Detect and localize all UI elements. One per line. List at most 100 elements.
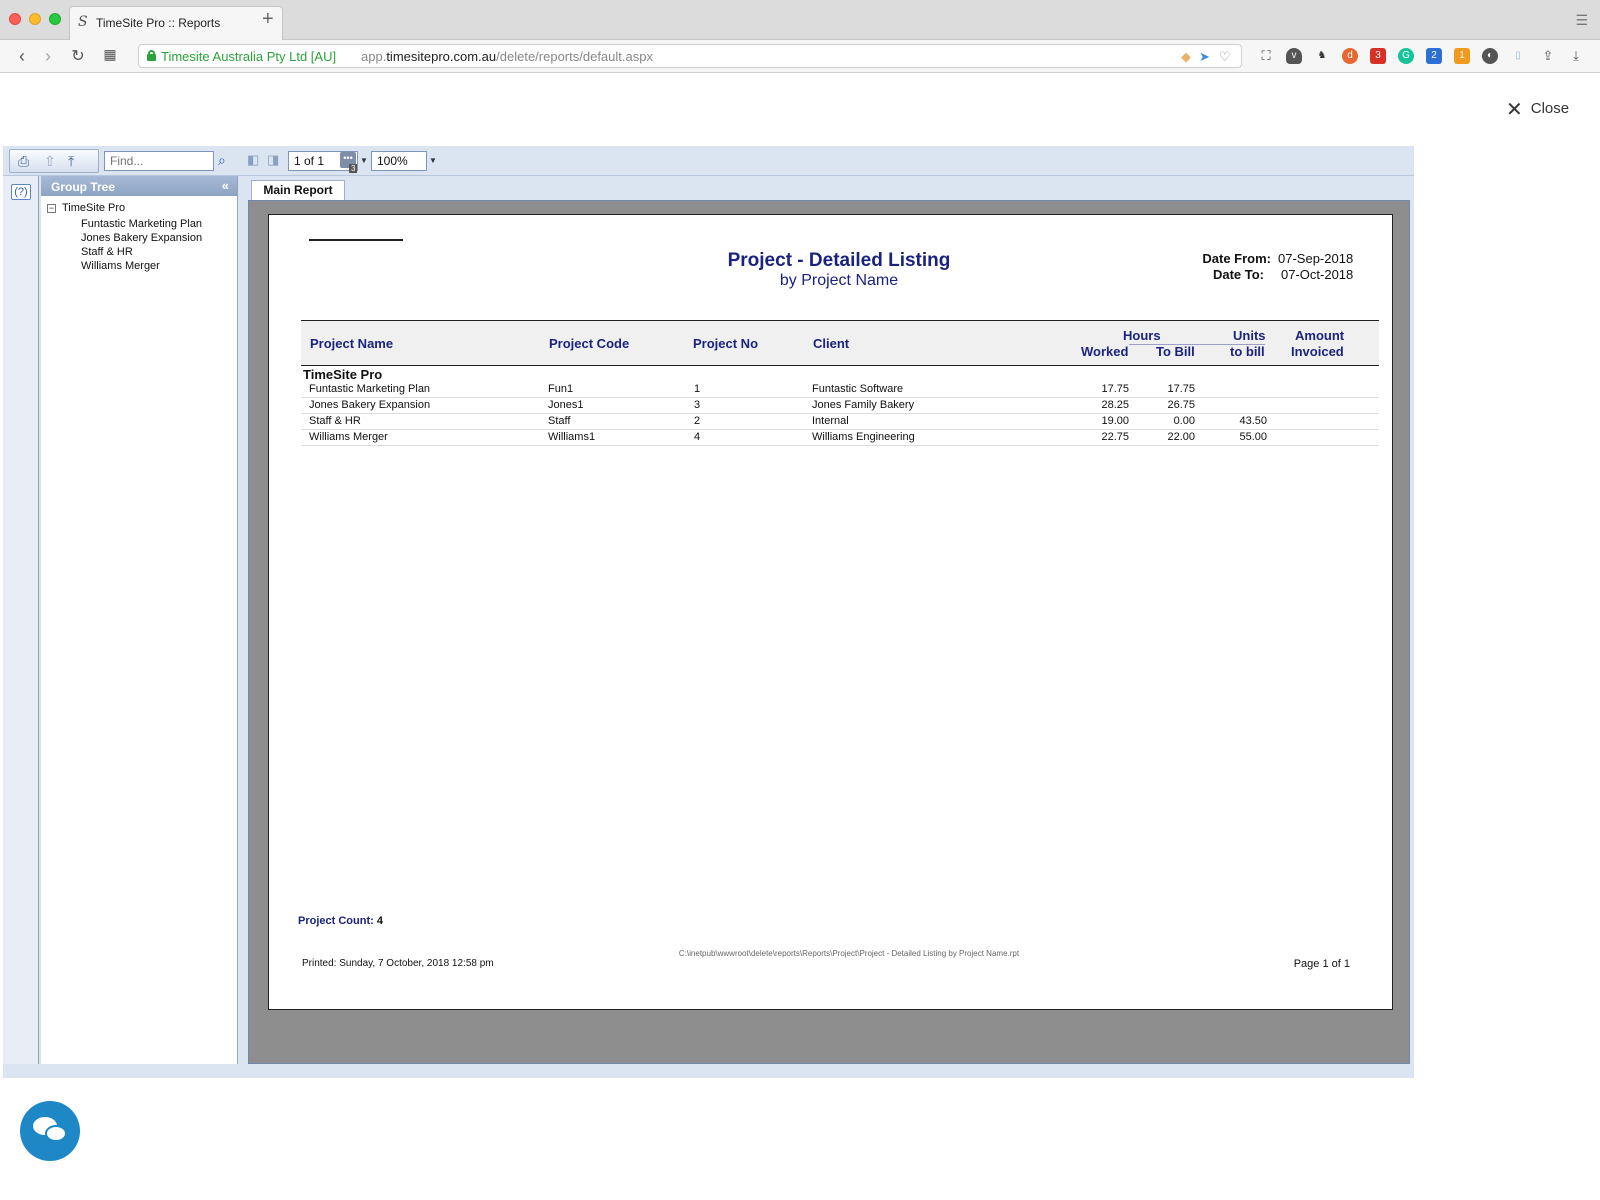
export-icon[interactable]: ⤒ xyxy=(68,153,74,170)
report-file-path: C:\inetpub\wwwroot\delete\reports\Report… xyxy=(678,949,1020,958)
report-page: Project - Detailed Listing by Project Na… xyxy=(268,214,1393,1010)
tab-overview-icon[interactable]: ☰ xyxy=(1575,12,1588,29)
document-icon[interactable]: ▯ xyxy=(1510,48,1526,64)
help-icon[interactable]: (?) xyxy=(11,184,31,200)
cell-code: Fun1 xyxy=(548,383,574,395)
col-units: Units xyxy=(1233,328,1266,343)
collapse-icon[interactable]: « xyxy=(222,178,229,193)
previous-page-icon[interactable]: ◨ xyxy=(267,152,279,168)
date-to-label: Date To: xyxy=(1212,267,1264,282)
col-units-to-bill: to bill xyxy=(1230,344,1265,359)
forward-icon[interactable]: › xyxy=(38,46,58,67)
cell-no: 2 xyxy=(694,415,701,427)
certificate-org: Timesite Australia Pty Ltd [AU] xyxy=(161,49,337,64)
maximize-window-button[interactable] xyxy=(49,13,61,25)
back-icon[interactable]: ‹ xyxy=(12,46,32,67)
table-row: Funtastic Marketing Plan Fun1 1 Funtasti… xyxy=(301,382,1379,398)
tree-item[interactable]: Funtastic Marketing Plan xyxy=(81,218,202,230)
cell-client: Williams Engineering xyxy=(812,431,915,443)
sync-icon[interactable]: ◐ xyxy=(1482,48,1498,64)
help-column: (?) xyxy=(3,176,39,1064)
chat-widget-button[interactable] xyxy=(20,1101,80,1161)
screenshot-icon[interactable]: ⛶ xyxy=(1258,48,1274,64)
tree-item[interactable]: Jones Bakery Expansion xyxy=(81,232,202,244)
tree-item[interactable]: Williams Merger xyxy=(81,260,160,272)
printed-timestamp: Printed: Sunday, 7 October, 2018 12:58 p… xyxy=(302,958,494,969)
upload-icon[interactable]: ⇧ xyxy=(44,153,56,170)
table-row: Jones Bakery Expansion Jones1 3 Jones Fa… xyxy=(301,398,1379,414)
evernote-icon[interactable]: ♞ xyxy=(1314,48,1330,64)
logo-line xyxy=(309,239,403,241)
chevron-down-icon[interactable]: ▼ xyxy=(360,156,368,165)
report-viewer: ⎙ ⇧ ⤒ ⌕ ◧ ◨ 1 of 1 ••• 3 ▼ 100% ▼ (?) Gr… xyxy=(3,146,1414,1078)
col-to-bill: To Bill xyxy=(1156,344,1195,359)
share-icon[interactable]: ⇪ xyxy=(1540,48,1556,64)
zoom-chevron-down-icon[interactable]: ▼ xyxy=(429,156,437,165)
download-icon[interactable]: ⤓ xyxy=(1568,48,1584,64)
first-page-icon[interactable]: ◧ xyxy=(247,152,259,168)
binoculars-icon[interactable]: ⌕ xyxy=(218,152,226,169)
close-button[interactable]: ✕ Close xyxy=(1506,97,1569,122)
column-header-band: Project Name Project Code Project No Cli… xyxy=(301,320,1379,366)
cell-client: Funtastic Software xyxy=(812,383,904,395)
notification-icon[interactable]: 1 xyxy=(1454,48,1470,64)
cell-to-bill: 0.00 xyxy=(1173,415,1195,427)
find-input[interactable] xyxy=(104,151,214,171)
tree-root[interactable]: − TimeSite Pro xyxy=(47,202,125,214)
col-amount: Amount xyxy=(1295,328,1345,343)
page-number: Page 1 of 1 xyxy=(1293,958,1350,970)
cell-worked: 22.75 xyxy=(1101,431,1129,443)
minimize-window-button[interactable] xyxy=(29,13,41,25)
cell-no: 4 xyxy=(694,431,701,443)
timesite-favicon-icon: S xyxy=(78,14,88,30)
col-project-name: Project Name xyxy=(310,336,394,351)
close-window-button[interactable] xyxy=(9,13,21,25)
col-invoiced: Invoiced xyxy=(1291,344,1344,359)
address-bar[interactable]: Timesite Australia Pty Ltd [AU] app.time… xyxy=(138,44,1242,68)
calendar-icon[interactable]: 2 xyxy=(1426,48,1442,64)
heart-icon[interactable]: ♡ xyxy=(1219,49,1231,65)
print-icon[interactable]: ⎙ xyxy=(18,153,29,170)
cell-client: Internal xyxy=(812,415,849,427)
browser-titlebar: S TimeSite Pro :: Reports + ☰ xyxy=(0,0,1600,40)
col-client: Client xyxy=(813,336,850,351)
duckduckgo-icon[interactable]: d xyxy=(1342,48,1358,64)
tab-main-report[interactable]: Main Report xyxy=(251,180,345,200)
cell-no: 3 xyxy=(694,399,701,411)
tab-title: TimeSite Pro :: Reports xyxy=(96,16,221,30)
table-row: Staff & HR Staff 2 Internal 19.00 0.00 4… xyxy=(301,414,1379,430)
cell-code: Staff xyxy=(548,415,571,427)
cell-client: Jones Family Bakery xyxy=(812,399,915,411)
date-from-value: 07-Sep-2018 xyxy=(1278,251,1354,266)
cell-worked: 19.00 xyxy=(1101,415,1129,427)
col-hours: Hours xyxy=(1123,328,1161,343)
pocket-icon[interactable]: v xyxy=(1286,48,1302,64)
extension-badge-icon[interactable]: 3 xyxy=(1370,48,1386,64)
grid-view-icon[interactable]: ▦ xyxy=(100,46,120,63)
send-icon[interactable]: ➤ xyxy=(1199,49,1210,65)
tree-item[interactable]: Staff & HR xyxy=(81,246,133,258)
lock-icon xyxy=(147,50,156,61)
col-project-no: Project No xyxy=(693,336,759,351)
minus-icon[interactable]: − xyxy=(47,204,56,213)
toolbar-button-group: ⎙ ⇧ ⤒ xyxy=(9,149,99,173)
zoom-select[interactable]: 100% xyxy=(371,151,427,171)
browser-tab[interactable]: S TimeSite Pro :: Reports xyxy=(69,6,283,40)
cell-code: Jones1 xyxy=(548,399,584,411)
page-badge: 3 xyxy=(349,164,358,173)
report-title: Project - Detailed Listing xyxy=(727,250,951,271)
page-background: Project - Detailed Listing by Project Na… xyxy=(248,200,1410,1064)
group-tree-header: Group Tree « xyxy=(41,176,237,196)
cell-units: 43.50 xyxy=(1239,415,1267,427)
col-project-code: Project Code xyxy=(549,336,630,351)
cell-to-bill: 17.75 xyxy=(1167,383,1195,395)
grammarly-icon[interactable]: G xyxy=(1398,48,1414,64)
reload-icon[interactable]: ↻ xyxy=(68,46,88,66)
new-tab-icon[interactable]: + xyxy=(262,8,274,31)
cell-no: 1 xyxy=(694,383,701,395)
col-worked: Worked xyxy=(1081,344,1129,359)
table-row: Williams Merger Williams1 4 Williams Eng… xyxy=(301,430,1379,446)
cell-worked: 17.75 xyxy=(1101,383,1129,395)
cell-worked: 28.25 xyxy=(1101,399,1129,411)
extension-box-icon[interactable]: ◆ xyxy=(1181,49,1191,65)
